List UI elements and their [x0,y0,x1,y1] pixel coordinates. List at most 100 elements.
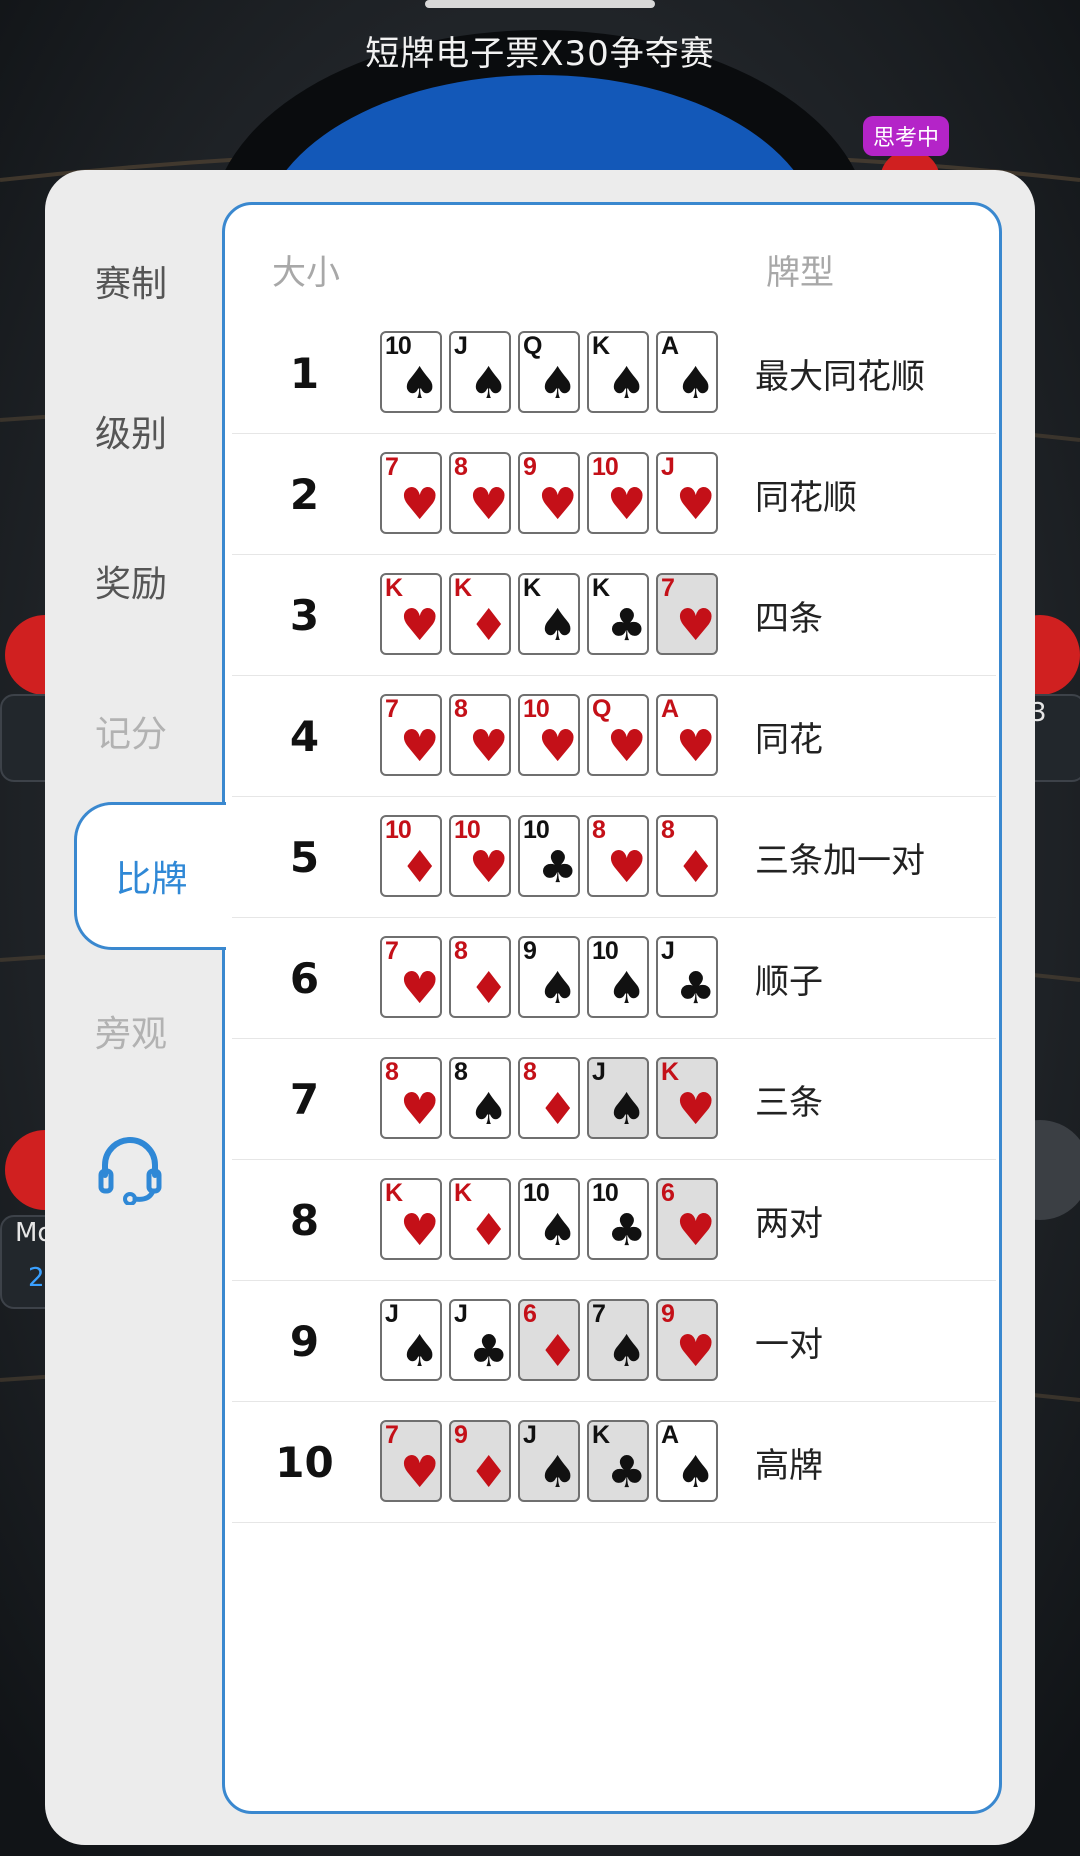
playing-card: 6 ♦ [518,1299,580,1381]
playing-card: 7 ♥ [656,573,718,655]
spade-suit-icon: ♠ [676,358,716,409]
hand-type-name: 顺子 [755,961,823,1002]
playing-card: Q ♠ [518,331,580,413]
heart-suit-icon: ♥ [607,842,647,893]
card-rank: K [592,1421,610,1449]
playing-card: A ♠ [656,1420,718,1502]
card-rank: 9 [454,1421,468,1449]
hand-cards: J ♠ J ♣ 6 ♦ 7 ♠ 9 ♥ [380,1299,725,1383]
hand-type-name: 三条 [755,1082,823,1123]
spade-suit-icon: ♠ [676,1447,716,1498]
card-rank: 10 [523,1179,550,1207]
rank-number: 5 [289,832,320,882]
hand-type-name: 三条加一对 [755,840,925,881]
spade-suit-icon: ♠ [538,358,578,409]
card-rank: 8 [385,1058,399,1086]
card-rank: 10 [385,332,412,360]
heart-suit-icon: ♥ [400,963,440,1014]
hand-cards: K ♥ K ♦ 10 ♠ 10 ♣ 6 ♥ [380,1178,725,1262]
heart-suit-icon: ♥ [538,721,578,772]
card-rank: K [385,574,403,602]
rank-number: 2 [289,469,320,519]
card-rank: K [454,574,472,602]
hand-cards: 10 ♠ J ♠ Q ♠ K ♠ A ♠ [380,331,725,415]
heart-suit-icon: ♥ [469,479,509,530]
playing-card: 10 ♥ [449,815,511,897]
playing-card: J ♠ [518,1420,580,1502]
heart-suit-icon: ♥ [400,721,440,772]
playing-card: 10 ♣ [518,815,580,897]
card-rank: K [661,1058,679,1086]
tab-scoring[interactable]: 记分 [45,705,217,757]
hand-type-name: 同花 [755,719,823,760]
playing-card: K ♥ [380,573,442,655]
column-header-hand-type: 牌型 [766,253,834,293]
tab-rewards[interactable]: 奖励 [45,555,217,607]
rank-number: 10 [275,1437,334,1487]
spade-suit-icon: ♠ [538,963,578,1014]
tab-spectate[interactable]: 旁观 [45,1005,217,1057]
rank-number: 1 [289,348,320,398]
heart-suit-icon: ♥ [469,721,509,772]
hand-cards: 10 ♦ 10 ♥ 10 ♣ 8 ♥ 8 ♦ [380,815,725,899]
club-suit-icon: ♣ [469,1326,509,1377]
playing-card: J ♣ [656,936,718,1018]
playing-card: 10 ♠ [380,331,442,413]
card-rank: 10 [454,816,481,844]
card-rank: K [592,574,610,602]
club-suit-icon: ♣ [538,842,578,893]
playing-card: K ♦ [449,1178,511,1260]
list-item: 10 7 ♥ 9 ♦ J ♠ K ♣ A ♠ 高牌 [232,1402,996,1523]
spade-suit-icon: ♠ [400,1326,440,1377]
list-item: 5 10 ♦ 10 ♥ 10 ♣ 8 ♥ 8 ♦ 三条加一对 [232,797,996,918]
playing-card: 8 ♠ [449,1057,511,1139]
card-rank: K [454,1179,472,1207]
hand-cards: 7 ♥ 8 ♦ 9 ♠ 10 ♠ J ♣ [380,936,725,1020]
heart-suit-icon: ♥ [469,842,509,893]
card-rank: 10 [523,695,550,723]
hand-type-name: 高牌 [755,1445,823,1486]
list-item: 8 K ♥ K ♦ 10 ♠ 10 ♣ 6 ♥ 两对 [232,1160,996,1281]
heart-suit-icon: ♥ [400,1084,440,1135]
hand-cards: 7 ♥ 8 ♥ 10 ♥ Q ♥ A ♥ [380,694,725,778]
card-rank: J [454,332,468,360]
playing-card: Q ♥ [587,694,649,776]
list-item: 6 7 ♥ 8 ♦ 9 ♠ 10 ♠ J ♣ 顺子 [232,918,996,1039]
hand-type-name: 一对 [755,1324,823,1365]
rank-number: 9 [289,1316,320,1366]
diamond-suit-icon: ♦ [469,600,509,651]
tab-hand-rankings[interactable]: 比牌 [74,802,226,950]
card-rank: 8 [454,695,468,723]
spade-suit-icon: ♠ [607,1084,647,1135]
card-rank: Q [592,695,611,723]
card-rank: 10 [385,816,412,844]
list-item: 7 8 ♥ 8 ♠ 8 ♦ J ♠ K ♥ 三条 [232,1039,996,1160]
playing-card: 8 ♥ [380,1057,442,1139]
playing-card: 8 ♥ [587,815,649,897]
playing-card: 7 ♥ [380,1420,442,1502]
playing-card: 10 ♠ [587,936,649,1018]
list-item: 1 10 ♠ J ♠ Q ♠ K ♠ A ♠ 最大同花顺 [232,313,996,434]
club-suit-icon: ♣ [607,600,647,651]
card-rank: 9 [523,937,537,965]
tab-format[interactable]: 赛制 [45,255,217,307]
playing-card: K ♥ [380,1178,442,1260]
playing-card: J ♥ [656,452,718,534]
playing-card: 8 ♦ [656,815,718,897]
card-rank: 7 [385,937,399,965]
playing-card: K ♠ [518,573,580,655]
card-rank: J [661,453,675,481]
tab-levels[interactable]: 级别 [45,405,217,457]
playing-card: J ♠ [449,331,511,413]
hand-cards: 7 ♥ 8 ♥ 9 ♥ 10 ♥ J ♥ [380,452,725,536]
playing-card: 9 ♦ [449,1420,511,1502]
playing-card: 6 ♥ [656,1178,718,1260]
rank-number: 7 [289,1074,320,1124]
club-suit-icon: ♣ [607,1205,647,1256]
card-rank: 6 [661,1179,675,1207]
diamond-suit-icon: ♦ [400,842,440,893]
spade-suit-icon: ♠ [607,963,647,1014]
playing-card: K ♥ [656,1057,718,1139]
playing-card: K ♣ [587,573,649,655]
headset-icon[interactable] [97,1135,163,1205]
